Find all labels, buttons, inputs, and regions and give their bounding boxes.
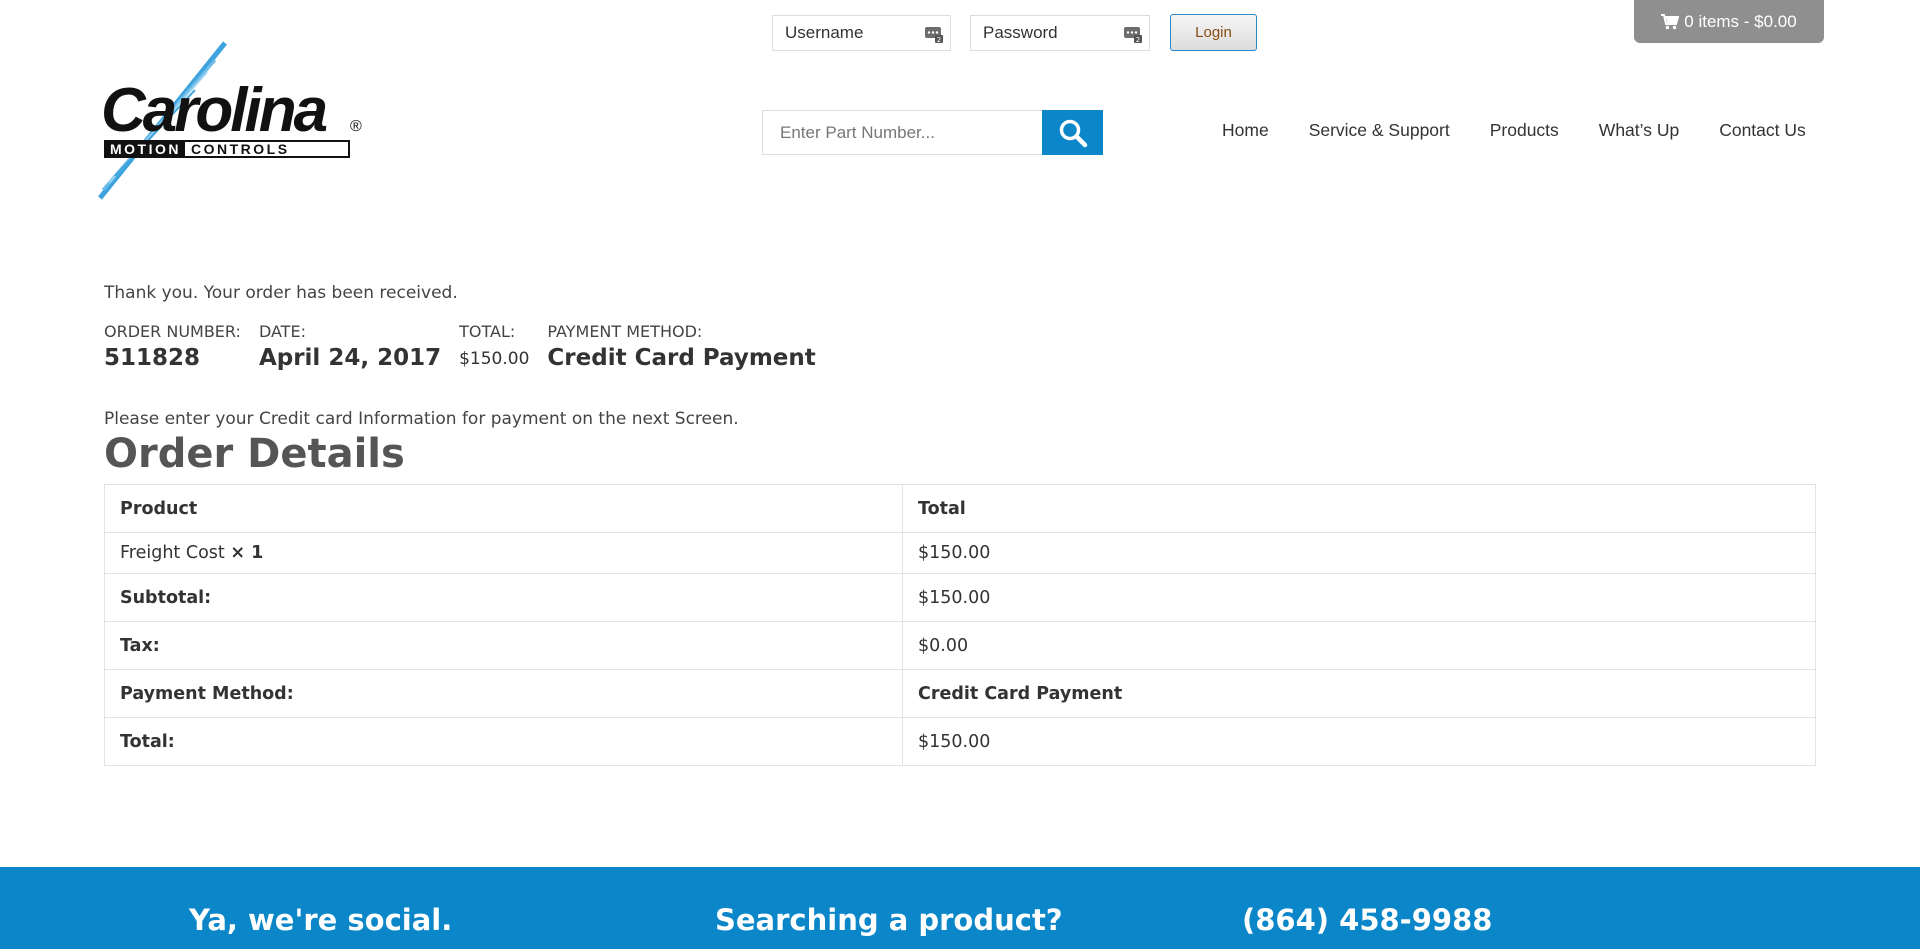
table-row: Total: $150.00 <box>104 717 1816 766</box>
footer-search-heading: Searching a product? <box>715 903 1063 937</box>
cart-button[interactable]: 0 items - $0.00 <box>1634 0 1824 43</box>
logo-tagline-motion: MOTION <box>106 141 185 157</box>
table-row: Subtotal: $150.00 <box>104 573 1816 622</box>
login-label: Login <box>1195 24 1232 41</box>
part-number-search-input[interactable]: Enter Part Number... <box>762 110 1042 155</box>
thank-you-message: Thank you. Your order has been received. <box>104 283 458 303</box>
nav-contact-us[interactable]: Contact Us <box>1719 120 1806 141</box>
order-payment-method-value: Credit Card Payment <box>547 345 816 371</box>
nav-products[interactable]: Products <box>1490 120 1559 141</box>
order-total-label: TOTAL: <box>459 322 516 341</box>
username-field[interactable]: Username 2 <box>772 15 951 51</box>
order-date-value: April 24, 2017 <box>258 345 442 371</box>
payment-method-value: Credit Card Payment <box>902 669 1816 718</box>
password-field[interactable]: Password 2 <box>970 15 1150 51</box>
order-total-value: $150.00 <box>459 349 530 369</box>
search-button[interactable] <box>1042 110 1103 155</box>
table-row: Payment Method: Credit Card Payment <box>104 669 1816 718</box>
product-quantity: × 1 <box>230 543 264 563</box>
logo-tagline-controls: CONTROLS <box>185 141 296 157</box>
password-manager-icon[interactable]: 2 <box>1123 24 1143 44</box>
payment-method-label: Payment Method: <box>104 669 903 718</box>
nav-whats-up[interactable]: What’s Up <box>1599 120 1679 141</box>
tax-label: Tax: <box>104 621 903 670</box>
product-name: Freight Cost <box>120 543 225 563</box>
product-cell: Freight Cost × 1 <box>104 532 903 574</box>
svg-text:2: 2 <box>1136 36 1140 44</box>
logo-wordmark: Carolina <box>101 76 328 145</box>
credit-card-note: Please enter your Credit card Informatio… <box>104 409 739 429</box>
logo-tagline: MOTION CONTROLS <box>104 140 350 158</box>
company-logo[interactable]: Carolina ® MOTION CONTROLS <box>95 38 370 203</box>
total-value: $150.00 <box>902 717 1816 766</box>
password-placeholder: Password <box>983 23 1058 42</box>
svg-text:2: 2 <box>937 36 941 44</box>
cart-summary: 0 items - $0.00 <box>1684 11 1797 31</box>
order-payment-method: PAYMENT METHOD: Credit Card Payment <box>547 322 815 371</box>
total-label: Total: <box>104 717 903 766</box>
tax-value: $0.00 <box>902 621 1816 670</box>
search-placeholder: Enter Part Number... <box>780 123 935 142</box>
cart-icon <box>1661 13 1680 29</box>
subtotal-value: $150.00 <box>902 573 1816 622</box>
order-total: TOTAL: $150.00 <box>459 322 529 371</box>
login-button[interactable]: Login <box>1170 14 1257 51</box>
search-icon <box>1059 119 1087 147</box>
column-header-total: Total <box>902 484 1816 533</box>
subtotal-label: Subtotal: <box>104 573 903 622</box>
footer-phone[interactable]: (864) 458-9988 <box>1242 903 1492 937</box>
table-header-row: Product Total <box>104 484 1816 533</box>
column-header-product: Product <box>104 484 903 533</box>
order-payment-method-label: PAYMENT METHOD: <box>547 322 703 341</box>
order-number: ORDER NUMBER: 511828 <box>104 322 241 371</box>
order-received-content: Thank you. Your order has been received.… <box>104 283 1816 766</box>
nav-home[interactable]: Home <box>1222 120 1269 141</box>
order-number-label: ORDER NUMBER: <box>104 322 241 341</box>
password-manager-icon[interactable]: 2 <box>924 24 944 44</box>
table-row: Tax: $0.00 <box>104 621 1816 670</box>
order-date-label: DATE: <box>258 322 306 341</box>
footer-social-heading: Ya, we're social. <box>189 903 453 937</box>
site-footer: Ya, we're social. Searching a product? (… <box>0 867 1920 949</box>
table-row: Freight Cost × 1 $150.00 <box>104 532 1816 574</box>
logo-registered-mark: ® <box>350 118 362 135</box>
main-nav: Home Service & Support Products What’s U… <box>1222 120 1806 141</box>
order-details-title: Order Details <box>104 431 405 477</box>
product-total: $150.00 <box>902 532 1816 574</box>
order-details-table: Product Total Freight Cost × 1 $150.00 S… <box>104 484 1816 766</box>
username-placeholder: Username <box>785 23 864 42</box>
order-date: DATE: April 24, 2017 <box>259 322 441 371</box>
order-number-value: 511828 <box>104 345 201 371</box>
nav-service-support[interactable]: Service & Support <box>1309 120 1450 141</box>
order-overview: ORDER NUMBER: 511828 DATE: April 24, 201… <box>104 322 1816 371</box>
